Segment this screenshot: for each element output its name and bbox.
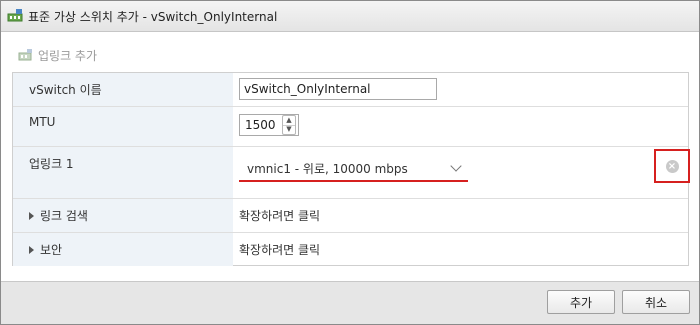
mtu-label: MTU [13, 107, 233, 146]
row-security[interactable]: 보안 확장하려면 클릭 [13, 233, 688, 266]
vswitch-icon [7, 9, 23, 22]
chevron-down-icon [450, 160, 462, 172]
cancel-button[interactable]: 취소 [622, 290, 690, 314]
add-uplink-icon [18, 48, 32, 60]
uplink-1-label: 업링크 1 [13, 147, 233, 198]
security-label-text: 보안 [40, 243, 63, 257]
security-label[interactable]: 보안 [13, 233, 233, 266]
mtu-value: 1500 [245, 118, 276, 132]
expand-arrow-icon[interactable] [29, 245, 34, 254]
mtu-stepper[interactable]: 1500 ▲ ▼ [239, 114, 299, 136]
uplink-1-select[interactable]: vmnic1 - 위로, 10000 mbps [239, 154, 468, 182]
remove-uplink-button[interactable]: × [654, 149, 690, 183]
add-button[interactable]: 추가 [547, 290, 615, 314]
expand-arrow-icon[interactable] [29, 211, 34, 220]
uplink-1-selected-value: vmnic1 - 위로, 10000 mbps [247, 162, 408, 176]
row-vswitch-name: vSwitch 이름 [13, 73, 688, 107]
dialog-titlebar: 표준 가상 스위치 추가 - vSwitch_OnlyInternal [1, 1, 699, 32]
spin-down-icon[interactable]: ▼ [283, 124, 295, 135]
spin-up-icon[interactable]: ▲ [283, 116, 295, 125]
link-discovery-label[interactable]: 링크 검색 [13, 199, 233, 232]
vswitch-name-input[interactable] [239, 78, 437, 100]
close-icon: × [665, 159, 679, 173]
vswitch-settings-grid: vSwitch 이름 MTU 1500 ▲ ▼ 업링크 1 [12, 72, 690, 266]
security-value[interactable]: 확장하려면 클릭 [239, 241, 320, 258]
row-mtu: MTU 1500 ▲ ▼ [13, 107, 688, 147]
dialog-title: 표준 가상 스위치 추가 - vSwitch_OnlyInternal [28, 9, 278, 24]
dialog-footer: 추가 취소 [1, 281, 699, 324]
add-uplink-button[interactable]: 업링크 추가 [18, 47, 97, 64]
row-link-discovery[interactable]: 링크 검색 확장하려면 클릭 [13, 199, 688, 233]
vswitch-name-label: vSwitch 이름 [13, 73, 233, 106]
add-uplink-label: 업링크 추가 [38, 49, 98, 63]
mtu-spinner[interactable]: ▲ ▼ [282, 115, 296, 135]
add-standard-vswitch-dialog: 표준 가상 스위치 추가 - vSwitch_OnlyInternal 업링크 … [0, 0, 700, 325]
link-discovery-label-text: 링크 검색 [40, 209, 88, 223]
row-uplink-1: 업링크 1 vmnic1 - 위로, 10000 mbps × [13, 147, 690, 199]
link-discovery-value[interactable]: 확장하려면 클릭 [239, 207, 320, 224]
